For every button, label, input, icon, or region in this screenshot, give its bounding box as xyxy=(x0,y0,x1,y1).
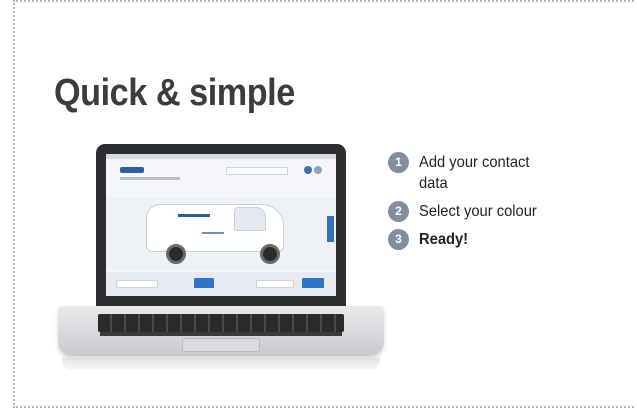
step-number-badge: 3 xyxy=(388,229,409,250)
step-label: Ready! xyxy=(419,231,469,248)
wheel-icon xyxy=(166,244,186,264)
laptop-icon xyxy=(58,144,384,372)
screen-search-field xyxy=(226,167,288,175)
step-item: 2 Select your colour xyxy=(388,201,618,222)
step-label: Select your colour xyxy=(419,203,537,220)
laptop-screen xyxy=(106,154,336,296)
laptop-shadow xyxy=(62,358,380,370)
screen-logo xyxy=(120,167,144,173)
screen-field xyxy=(116,280,158,288)
screen-side-tab xyxy=(327,216,334,242)
screen-nav xyxy=(120,177,180,180)
van-cab xyxy=(234,207,266,231)
screen-icon xyxy=(304,166,312,174)
screen-button xyxy=(194,278,214,288)
steps-list: 1 Add your contact data 2 Select your co… xyxy=(388,152,618,257)
keyboard-row xyxy=(100,332,342,336)
step-number-badge: 1 xyxy=(388,152,409,173)
step-item: 1 Add your contact data xyxy=(388,152,618,194)
screen-icon xyxy=(314,166,322,174)
step-label: Add your contact xyxy=(419,154,530,171)
van-lettering xyxy=(178,214,210,217)
step-number-badge: 2 xyxy=(388,201,409,222)
keyboard xyxy=(98,314,344,332)
laptop-lid xyxy=(96,144,346,306)
trackpad xyxy=(182,338,260,352)
screen-field xyxy=(256,280,294,288)
page-title: Quick & simple xyxy=(54,72,295,114)
laptop-base xyxy=(58,306,384,356)
screen-button xyxy=(302,278,324,288)
screen-browser-bar xyxy=(106,154,336,159)
wheel-icon xyxy=(260,244,280,264)
step-label-continued: data xyxy=(419,175,448,192)
van-lettering xyxy=(202,232,224,234)
step-item: 3 Ready! xyxy=(388,229,618,250)
